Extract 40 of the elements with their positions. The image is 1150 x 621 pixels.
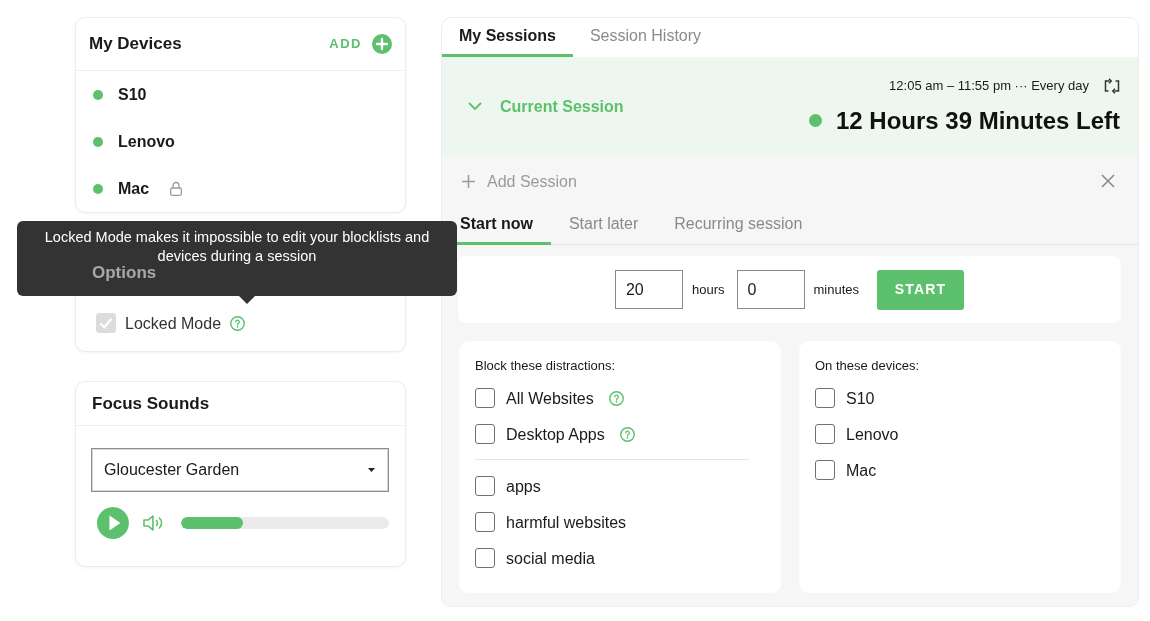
unit-label: hours [691, 281, 725, 298]
minutes-field[interactable]: 0 [736, 270, 805, 309]
checkbox[interactable] [815, 460, 835, 480]
device-name[interactable]: Lenovo [118, 132, 175, 151]
caret-icon [368, 468, 375, 472]
card-title: Focus Sounds [92, 393, 210, 414]
plus-circle-icon [372, 34, 392, 54]
card-title: My Devices [89, 34, 182, 54]
checkbox[interactable] [815, 388, 835, 408]
checkbox-label: Locked Mode [125, 313, 222, 333]
checkbox-label: Lenovo [846, 424, 899, 444]
checkbox[interactable] [475, 548, 495, 568]
volume-slider[interactable] [180, 517, 389, 529]
checkbox-label: Desktop Apps [506, 424, 605, 444]
tab[interactable]: Start now [442, 206, 551, 245]
checkbox-label: apps [506, 476, 541, 496]
time-left: 12 Hours 39 Minutes Left [835, 106, 1120, 135]
checkbox[interactable] [815, 424, 835, 444]
schedule-text: 12:05 am – 11:55 pm ··· Every day [889, 78, 1089, 94]
sound-select[interactable]: Gloucester Garden [91, 448, 389, 492]
unit-label: minutes [813, 281, 860, 298]
section-heading: On these devices: [815, 358, 921, 374]
close-button[interactable] [1101, 174, 1115, 188]
checkbox[interactable] [475, 476, 495, 496]
checkbox[interactable] [475, 512, 495, 532]
device-name[interactable]: Mac [118, 179, 150, 198]
device-name[interactable]: S10 [118, 85, 147, 104]
checkbox-label: social media [506, 548, 595, 568]
checkbox-label: All Websites [506, 388, 594, 408]
checkbox[interactable] [475, 424, 495, 444]
plus-icon[interactable] [462, 174, 475, 188]
section-heading: Block these distractions: [475, 358, 617, 374]
checkbox-label: S10 [846, 388, 875, 408]
checkbox[interactable] [475, 388, 495, 408]
hours-field[interactable]: 20 [614, 270, 683, 309]
checkbox-label: Mac [846, 460, 877, 480]
tab[interactable]: Session History [572, 18, 719, 57]
checkbox-label: harmful websites [506, 512, 627, 532]
repeat-icon[interactable] [1104, 78, 1120, 94]
select-value: Gloucester Garden [104, 460, 240, 480]
